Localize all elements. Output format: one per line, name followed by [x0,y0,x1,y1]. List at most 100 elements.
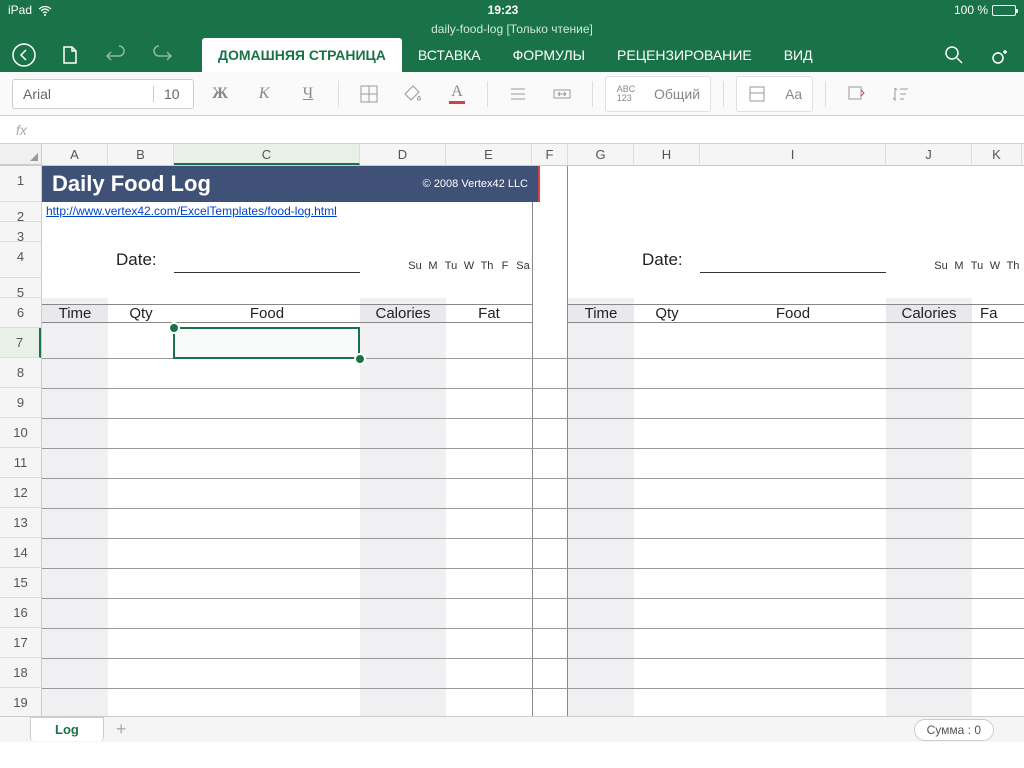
row-header[interactable]: 3 [0,222,41,242]
template-link[interactable]: http://www.vertex42.com/ExcelTemplates/f… [46,204,337,218]
gridline [42,658,1024,659]
fill-color-button[interactable] [395,79,431,109]
undo-button[interactable] [102,41,130,69]
th-calories-2: Calories [886,304,972,323]
copyright: © 2008 Vertex42 LLC [423,178,528,190]
gridline [42,568,1024,569]
file-button[interactable] [56,41,84,69]
col-header[interactable]: G [568,144,634,165]
row-header[interactable]: 7 [0,328,41,358]
row-header[interactable]: 10 [0,418,41,448]
row-header[interactable]: 6 [0,298,41,328]
th-time-2: Time [568,304,634,323]
font-color-button[interactable]: А [439,79,475,109]
font-size: 10 [153,86,193,102]
cell-styles-group[interactable]: Aa [736,76,813,112]
sort-filter-button[interactable] [882,79,918,109]
date-label: Date: [116,250,157,270]
gridline [42,688,1024,689]
sheet-tabs: Log + Сумма : 0 [0,716,1024,742]
gap-column [532,166,568,718]
row-header[interactable]: 8 [0,358,41,388]
clock: 19:23 [52,3,954,17]
battery-label: 100 % [954,3,988,17]
merge-button[interactable] [544,79,580,109]
tab-insert[interactable]: ВСТАВКА [402,38,497,72]
gridline [42,538,1024,539]
col-header[interactable]: J [886,144,972,165]
align-button[interactable] [500,79,536,109]
font-selector[interactable]: Arial 10 [12,79,194,109]
tab-home[interactable]: ДОМАШНЯЯ СТРАНИЦА [202,38,402,72]
share-button[interactable] [986,41,1014,69]
tab-view[interactable]: ВИД [768,38,829,72]
borders-button[interactable] [351,79,387,109]
search-button[interactable] [940,41,968,69]
row-header[interactable]: 17 [0,628,41,658]
row-header[interactable]: 19 [0,688,41,718]
row-header[interactable]: 18 [0,658,41,688]
gridline [42,478,1024,479]
col-header[interactable]: F [532,144,568,165]
row-header[interactable]: 5 [0,278,41,298]
gridline [42,448,1024,449]
fx-label: fx [8,122,35,138]
col-header[interactable]: K [972,144,1022,165]
sheet-tab-log[interactable]: Log [30,717,104,741]
date-label-2: Date: [642,250,683,270]
sum-indicator[interactable]: Сумма : 0 [914,719,994,741]
number-format-group[interactable]: ABC123 Общий [605,76,711,112]
col-header[interactable]: B [108,144,174,165]
number-format-icon: ABC123 [608,79,644,109]
tab-review[interactable]: РЕЦЕНЗИРОВАНИЕ [601,38,768,72]
row-header[interactable]: 11 [0,448,41,478]
th-fat: Fat [446,304,532,323]
col-header[interactable]: H [634,144,700,165]
col-header[interactable]: A [42,144,108,165]
insert-delete-button[interactable] [838,79,874,109]
row-header[interactable]: 12 [0,478,41,508]
cell-styles-label: Aa [777,86,810,102]
col-header[interactable]: C [174,144,360,165]
days-row: SuMTuWThFSa [406,260,532,272]
col-header[interactable]: E [446,144,532,165]
ribbon-tabs: ДОМАШНЯЯ СТРАНИЦА ВСТАВКА ФОРМУЛЫ РЕЦЕНЗ… [202,38,829,72]
row-header[interactable]: 4 [0,242,41,278]
table-header-row-2: Time Qty Food Calories Fa [568,298,1024,328]
selection-handle-tl[interactable] [168,322,180,334]
th-fa-2: Fa [972,304,1024,323]
row-header[interactable]: 1 [0,166,41,202]
row-header[interactable]: 13 [0,508,41,538]
tab-formulas[interactable]: ФОРМУЛЫ [497,38,601,72]
add-sheet-button[interactable]: + [116,719,127,740]
cell-selection [173,327,360,359]
select-all-corner[interactable] [0,144,42,165]
bold-button[interactable]: Ж [202,79,238,109]
underline-button[interactable]: Ч [290,79,326,109]
row-header[interactable]: 14 [0,538,41,568]
col-header[interactable]: D [360,144,446,165]
column-headers: A B C D E F G H I J K [0,144,1024,166]
selection-handle-br[interactable] [354,353,366,365]
gridline [42,388,1024,389]
row-header[interactable]: 2 [0,202,41,222]
date-underline [174,272,360,273]
redo-button[interactable] [148,41,176,69]
wifi-icon [38,5,52,15]
formula-bar[interactable]: fx [0,116,1024,144]
italic-button[interactable]: К [246,79,282,109]
cells-area[interactable]: Daily Food Log © 2008 Vertex42 LLC http:… [42,166,1024,742]
th-food-2: Food [700,304,886,323]
th-time: Time [42,304,108,323]
th-food: Food [174,304,360,323]
gridline [42,508,1024,509]
status-bar: iPad 19:23 100 % [0,0,1024,20]
col-header[interactable]: I [700,144,886,165]
row-header[interactable]: 16 [0,598,41,628]
row-header[interactable]: 15 [0,568,41,598]
row-header[interactable]: 9 [0,388,41,418]
spreadsheet-grid[interactable]: A B C D E F G H I J K 1 2 3 4 5 6 7 8 9 … [0,144,1024,742]
cell-styles-icon [739,79,775,109]
number-format-label: Общий [646,86,708,102]
back-button[interactable] [10,41,38,69]
